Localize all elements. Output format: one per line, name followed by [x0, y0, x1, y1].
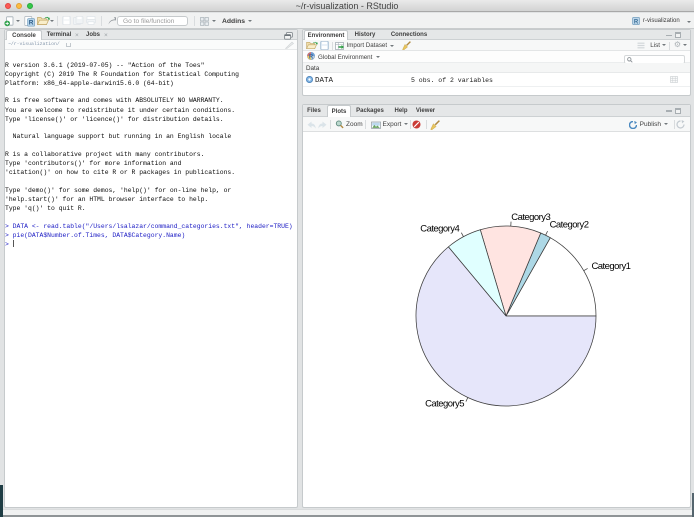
svg-text:R: R — [634, 19, 639, 25]
svg-text:Category4: Category4 — [420, 223, 459, 234]
svg-text:R: R — [29, 19, 34, 26]
svg-text:R: R — [309, 55, 314, 60]
svg-text:Category1: Category1 — [592, 261, 631, 272]
svg-text:Category3: Category3 — [511, 212, 550, 223]
svg-text:Category5: Category5 — [425, 399, 464, 410]
svg-text:Category2: Category2 — [550, 219, 589, 230]
